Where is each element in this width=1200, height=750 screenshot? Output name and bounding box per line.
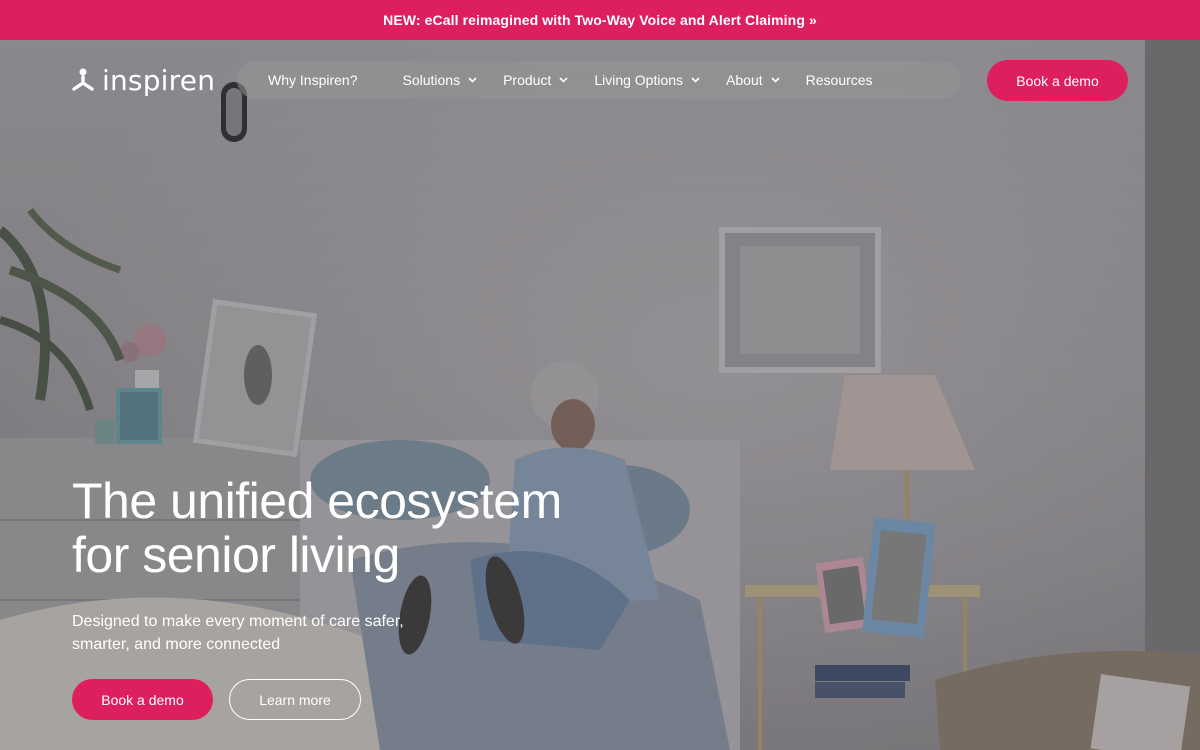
inspiren-mark-icon [72,68,94,91]
chevron-down-icon [468,77,477,83]
book-demo-hero-button[interactable]: Book a demo [72,679,213,720]
nav-item-label: Living Options [594,72,684,88]
hero-headline-line-1: The unified ecosystem [72,473,562,529]
learn-more-button[interactable]: Learn more [229,679,361,720]
hero-subheadline-line-1: Designed to make every moment of care sa… [72,613,404,630]
nav-item-label: Why Inspiren? [268,72,358,88]
inspiren-logo[interactable]: inspiren [72,64,215,97]
banner-text[interactable]: NEW: eCall reimagined with Two-Way Voice… [383,12,817,28]
nav-item-label: Solutions [402,72,461,88]
hero-headline: The unified ecosystem for senior living [72,474,562,582]
nav-item-living-options[interactable]: Living Options [594,72,700,88]
hero-subheadline: Designed to make every moment of care sa… [72,610,452,656]
hero-section: inspiren Why Inspiren? Solutions Product… [0,40,1200,750]
chevron-down-icon [771,77,780,83]
chevron-down-icon [559,77,568,83]
nav-item-label: About [726,72,763,88]
nav-item-resources[interactable]: Resources [806,72,873,88]
chevron-down-icon [691,77,700,83]
nav-item-why-inspiren[interactable]: Why Inspiren? [268,72,357,88]
logo-wordmark: inspiren [102,64,216,97]
nav-item-label: Resources [805,72,873,88]
hero-headline-line-2: for senior living [72,527,400,583]
nav-item-label: Product [503,72,552,88]
hero-subheadline-line-2: smarter, and more connected [72,636,281,653]
nav-item-solutions[interactable]: Solutions [402,72,477,88]
book-demo-nav-button[interactable]: Book a demo [987,60,1128,101]
main-navigation: Why Inspiren? Solutions Product Living O… [237,61,961,99]
nav-item-product[interactable]: Product [503,72,568,88]
announcement-banner[interactable]: NEW: eCall reimagined with Two-Way Voice… [0,0,1200,40]
nav-item-about[interactable]: About [726,72,780,88]
